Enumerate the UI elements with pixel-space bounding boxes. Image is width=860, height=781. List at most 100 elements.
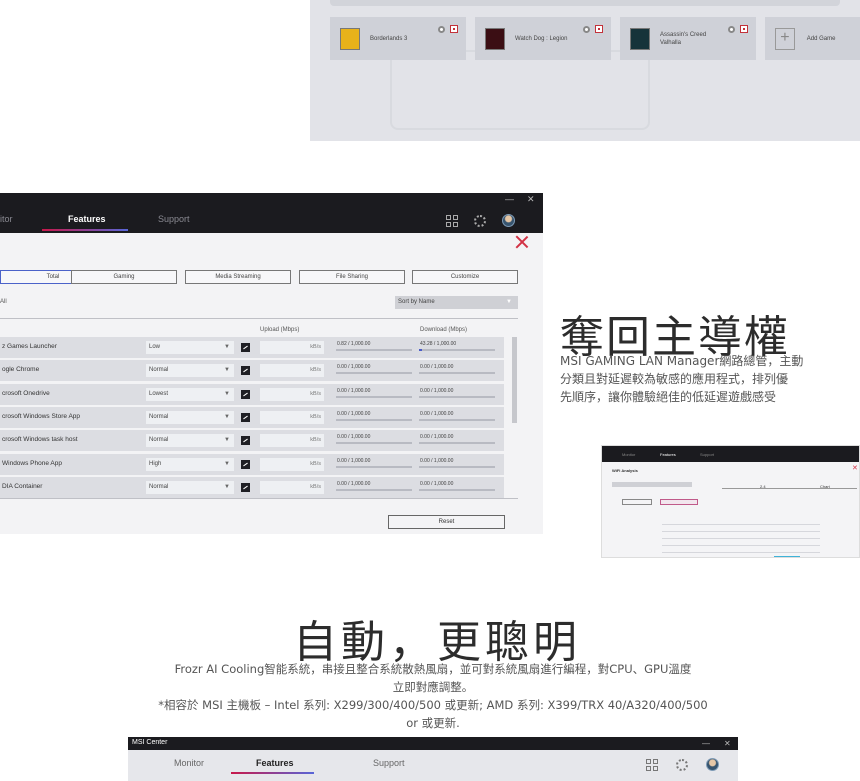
game-title: Watch Dog : Legion	[515, 35, 568, 42]
app-name: z Games Launcher	[2, 343, 57, 350]
limit-rule-icon[interactable]	[241, 459, 250, 469]
tab-features: Features	[660, 452, 676, 457]
active-tab-indicator	[42, 229, 128, 231]
tab-support[interactable]: Support	[158, 214, 190, 224]
limit-rule-icon[interactable]	[241, 412, 250, 422]
active-tab-indicator	[231, 772, 314, 774]
window-close-icon[interactable]: ✕	[527, 194, 535, 205]
reset-button[interactable]: Reset	[388, 515, 505, 529]
bandwidth-limit-input[interactable]: kB/s	[260, 341, 324, 354]
table-row[interactable]: crosoft Windows task host Normal ▼ kB/s 0.00…	[0, 430, 504, 452]
limit-rule-icon[interactable]	[241, 482, 250, 492]
priority-dropdown[interactable]: Normal ▼	[146, 480, 234, 494]
list-button	[622, 499, 652, 505]
limit-rule-icon[interactable]	[241, 436, 250, 446]
minimize-icon[interactable]: —	[702, 739, 710, 748]
upload-speed: 0.00 / 1,000.00	[337, 480, 371, 487]
limit-rule-icon[interactable]	[241, 366, 250, 376]
tab-monitor[interactable]: itor	[0, 214, 13, 224]
window-title: MSI Center	[132, 739, 168, 746]
avatar[interactable]	[706, 758, 719, 771]
filter-media-streaming-button[interactable]: Media Streaming	[185, 270, 291, 284]
desc-line: MSI GAMING LAN Manager網路總管，主動	[560, 354, 804, 368]
bandwidth-limit-input[interactable]: kB/s	[260, 387, 324, 401]
table-row[interactable]: DIA Container Normal ▼ kB/s 0.00 / 1,000.00 0…	[0, 476, 504, 498]
bandwidth-limit-input[interactable]: kB/s	[260, 410, 324, 424]
priority-dropdown[interactable]: Normal ▼	[146, 364, 234, 378]
game-title: Assassin's Creed Valhalla	[660, 31, 707, 46]
game-card-assassins-creed[interactable]: Assassin's Creed Valhalla	[620, 17, 756, 60]
bandwidth-limit-input[interactable]: kB/s	[260, 480, 324, 494]
tab-monitor[interactable]: Monitor	[174, 758, 204, 768]
bandwidth-limit-input[interactable]: kB/s	[260, 434, 324, 448]
filter-file-sharing-button[interactable]: File Sharing	[299, 270, 405, 284]
settings-gear-icon[interactable]	[474, 214, 486, 227]
priority-dropdown[interactable]: Normal ▼	[146, 434, 234, 448]
apps-grid-icon[interactable]	[446, 214, 458, 227]
settings-gear-icon[interactable]	[676, 758, 688, 771]
upload-speed: 0.00 / 1,000.00	[337, 457, 371, 464]
game-card-borderlands[interactable]: Borderlands 3	[330, 17, 466, 60]
all-label: All	[0, 299, 7, 305]
add-game-button[interactable]: + Add Game	[765, 17, 860, 60]
upload-bar	[336, 488, 412, 491]
gear-icon[interactable]	[728, 25, 735, 33]
filter-customize-button[interactable]: Customize	[412, 270, 518, 284]
table-row[interactable]: Windows Phone App High ▼ kB/s 0.00 / 1,000.0…	[0, 453, 504, 475]
download-bar	[419, 465, 495, 468]
scrollbar[interactable]	[512, 337, 517, 423]
table-row[interactable]: crosoft Windows Store App Normal ▼ kB/s 0.00…	[0, 406, 504, 428]
upload-bar	[336, 349, 412, 351]
table-row[interactable]: crosoft Onedrive Lowest ▼ kB/s 0.00 / 1,000.…	[0, 383, 504, 405]
filter-gaming-button[interactable]: Gaming	[71, 270, 177, 284]
signal-chart	[662, 518, 820, 554]
window-close-icon[interactable]: ✕	[724, 739, 731, 748]
upload-bar	[336, 418, 412, 421]
background-art	[390, 50, 650, 130]
table-row[interactable]: ogle Chrome Normal ▼ kB/s 0.00 / 1,000.00 0.0…	[0, 360, 504, 382]
tab-support[interactable]: Support	[373, 758, 405, 768]
chevron-down-icon: ▼	[224, 437, 230, 444]
tab-features[interactable]: Features	[68, 214, 106, 224]
app-name: ogle Chrome	[2, 366, 40, 374]
chevron-down-icon: ▼	[224, 390, 230, 397]
gear-icon[interactable]	[438, 25, 445, 33]
desc-line: 先順序，讓你體驗絕佳的低延遲遊戲感受	[560, 390, 777, 404]
close-icon[interactable]	[514, 234, 530, 250]
lan-section-description: MSI GAMING LAN Manager網路總管，主動 分類且對延遲較為敏感…	[560, 352, 803, 406]
game-card-watchdogs[interactable]: Watch Dog : Legion	[475, 17, 611, 60]
remove-icon[interactable]	[740, 25, 748, 33]
upload-speed: 0.82 / 1,000.00	[337, 341, 371, 347]
priority-value: Normal	[149, 367, 169, 374]
upload-speed: 0.00 / 1,000.00	[337, 364, 371, 371]
limit-rule-icon[interactable]	[241, 343, 250, 352]
table-row[interactable]: z Games Launcher Low ▼ kB/s 0.82 / 1,000.00 4…	[0, 337, 504, 358]
minimize-icon[interactable]: —	[505, 194, 514, 204]
priority-dropdown[interactable]: Lowest ▼	[146, 387, 234, 401]
priority-dropdown[interactable]: High ▼	[146, 457, 234, 471]
chevron-down-icon: ▼	[224, 344, 230, 350]
priority-value: High	[149, 460, 162, 467]
gear-icon[interactable]	[583, 25, 590, 33]
remove-icon[interactable]	[595, 25, 603, 33]
priority-dropdown[interactable]: Normal ▼	[146, 410, 234, 424]
limit-rule-icon[interactable]	[241, 389, 250, 399]
tab-features[interactable]: Features	[256, 758, 294, 768]
download-header: Download (Mbps)	[420, 327, 468, 333]
download-speed: 0.00 / 1,000.00	[420, 480, 454, 487]
bandwidth-limit-input[interactable]: kB/s	[260, 364, 324, 378]
app-name: crosoft Onedrive	[2, 389, 50, 397]
avatar[interactable]	[502, 214, 515, 227]
bandwidth-limit-input[interactable]: kB/s	[260, 457, 324, 471]
download-bar	[419, 418, 495, 421]
apps-grid-icon[interactable]	[646, 758, 658, 771]
priority-value: Low	[149, 344, 161, 350]
upload-speed: 0.00 / 1,000.00	[337, 410, 371, 417]
signal-bar	[774, 556, 800, 557]
download-speed: 0.00 / 1,000.00	[420, 457, 454, 464]
wifi-analysis-thumbnail: Monitor Features Support WiFi Analysis ✕…	[601, 445, 860, 558]
add-game-label: Add Game	[806, 35, 836, 42]
remove-icon[interactable]	[450, 25, 458, 33]
sort-dropdown[interactable]: Sort by Name ▼	[395, 296, 518, 309]
priority-dropdown[interactable]: Low ▼	[146, 341, 234, 354]
